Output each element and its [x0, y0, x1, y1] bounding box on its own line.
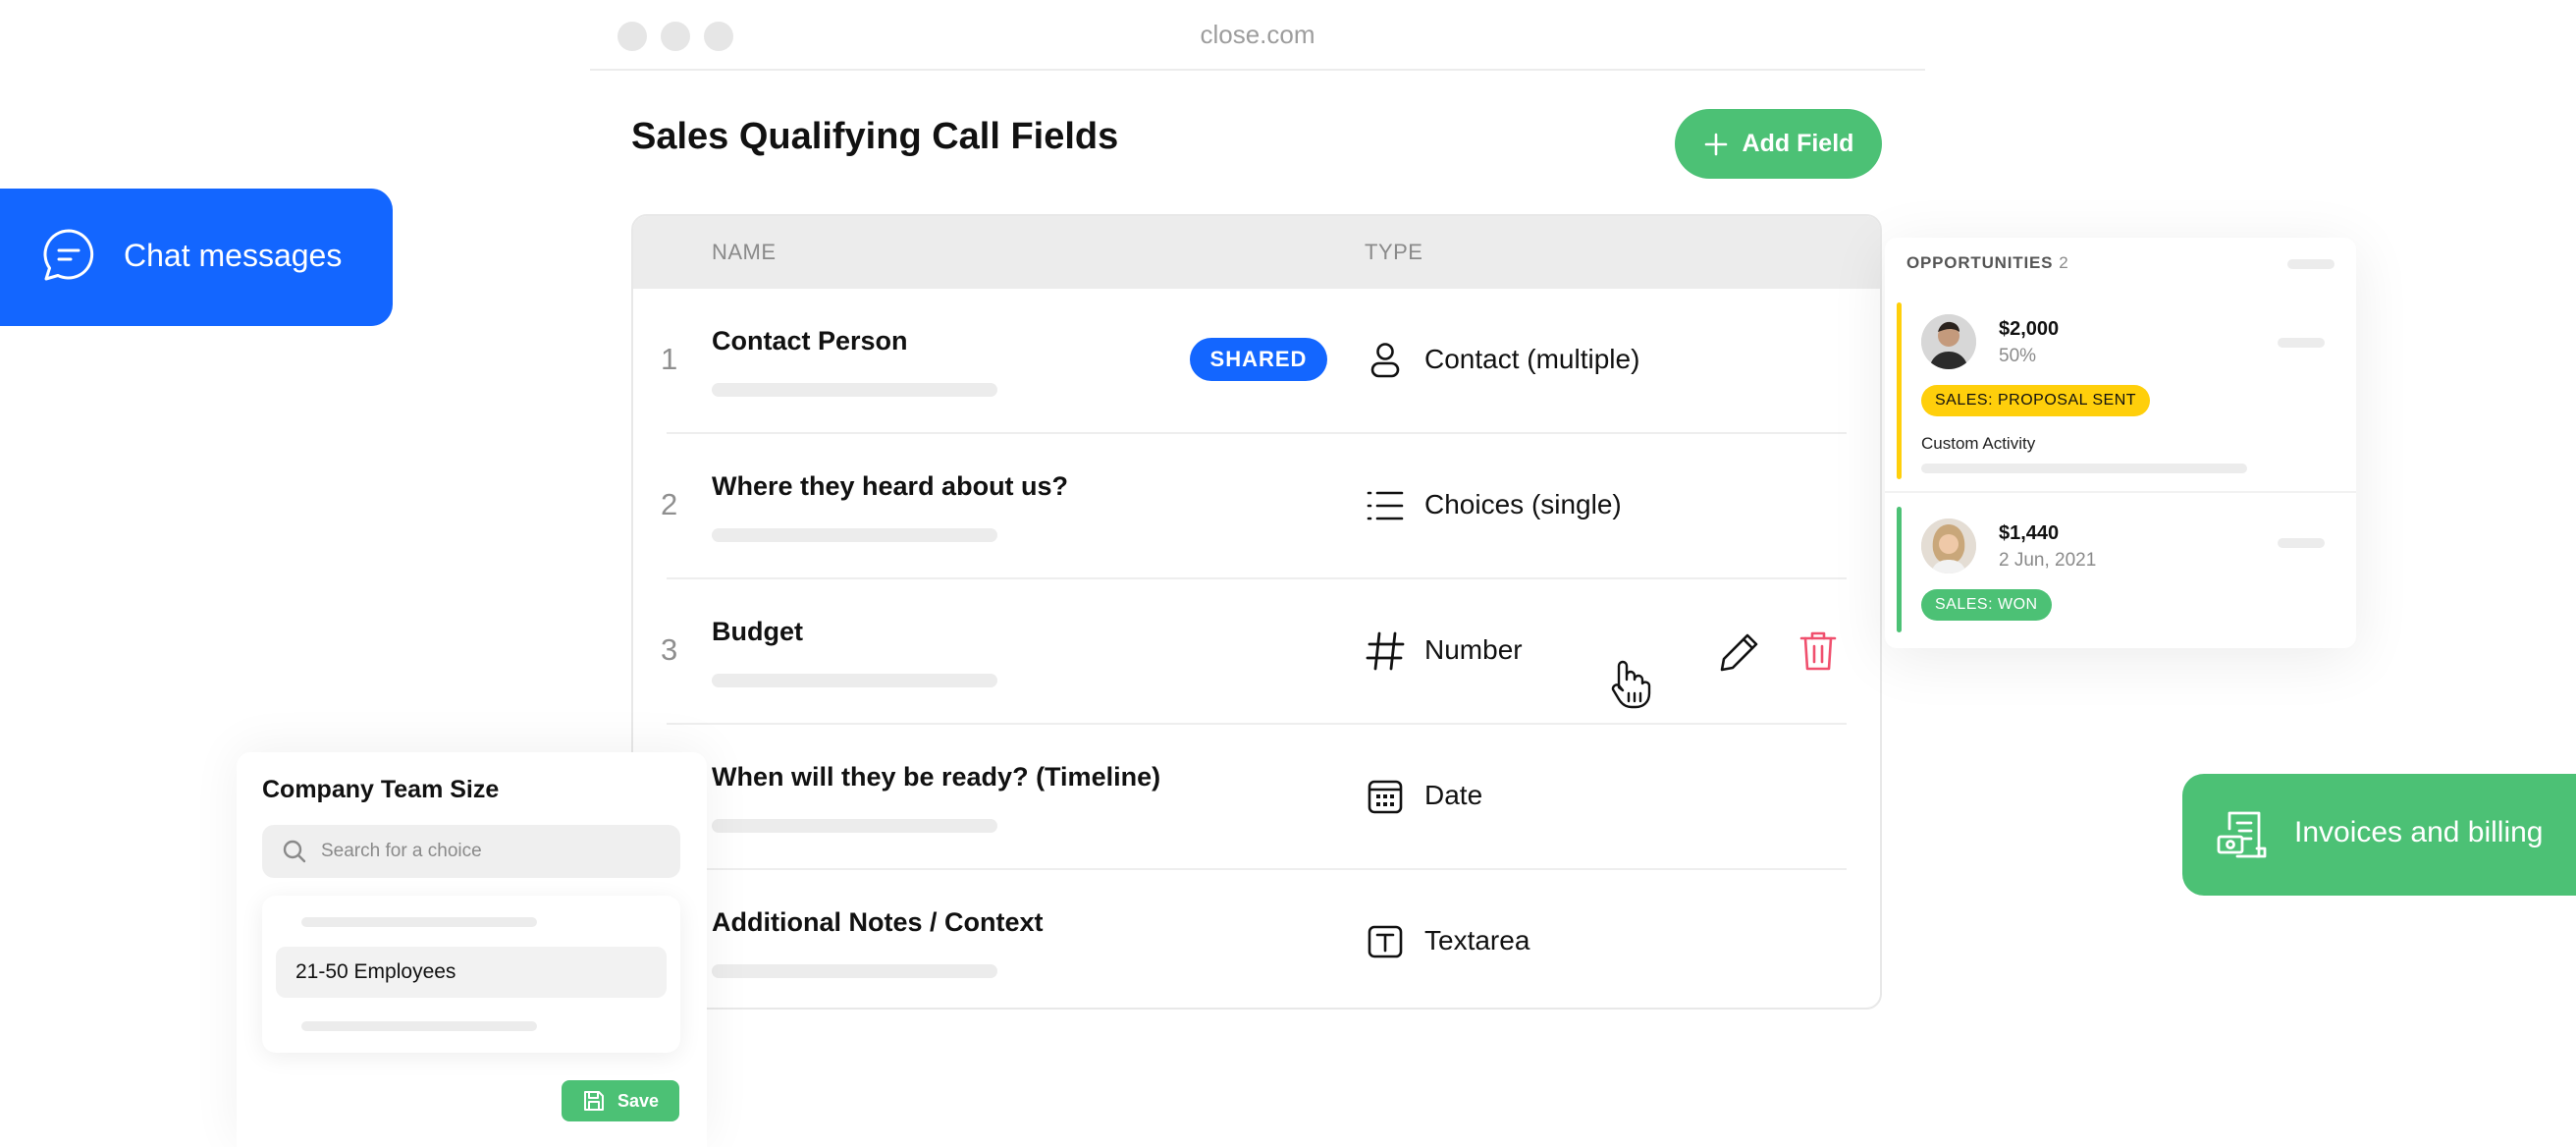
save-button[interactable]: Save — [562, 1080, 679, 1121]
status-tag: SALES: PROPOSAL SENT — [1921, 385, 2151, 416]
field-type: Textarea — [1424, 925, 1530, 956]
opportunity-amount: $2,000 — [1999, 318, 2060, 340]
field-name: When will they be ready? (Timeline) — [712, 762, 1161, 792]
table-row[interactable]: When will they be ready? (Timeline) Date — [633, 725, 1880, 870]
divider — [1885, 491, 2356, 493]
field-name: Budget — [712, 617, 803, 646]
placeholder-bar — [712, 819, 997, 833]
calendar-icon — [1365, 776, 1406, 817]
person-icon — [1365, 340, 1406, 381]
placeholder-bar — [712, 674, 997, 687]
row-number: 3 — [661, 632, 678, 667]
team-size-title: Company Team Size — [262, 776, 500, 803]
placeholder-bar — [712, 383, 997, 397]
avatar — [1921, 519, 1976, 574]
status-stripe — [1897, 302, 1902, 479]
chat-messages-pill[interactable]: Chat messages — [0, 189, 393, 326]
browser-window: close.com Sales Qualifying Call Fields A… — [590, 0, 1925, 1147]
column-header-name: NAME — [712, 240, 777, 264]
shared-badge: SHARED — [1190, 338, 1327, 381]
add-field-label: Add Field — [1742, 130, 1854, 157]
field-type: Choices (single) — [1424, 489, 1622, 519]
table-row[interactable]: 3 Budget Number — [633, 579, 1880, 725]
browser-url[interactable]: close.com — [590, 20, 1925, 50]
chat-messages-label: Chat messages — [124, 238, 343, 273]
invoices-billing-label: Invoices and billing — [2294, 816, 2544, 848]
table-row[interactable]: 1 Contact Person SHARED Contact (multipl… — [633, 289, 1880, 434]
activity-label: Custom Activity — [1921, 434, 2036, 453]
opportunities-header: OPPORTUNITIES 2 — [1906, 253, 2069, 273]
team-size-card: Company Team Size 21-50 Employees Save — [237, 752, 707, 1147]
column-header-type: TYPE — [1365, 240, 1423, 264]
opportunity-confidence: 50% — [1999, 346, 2037, 366]
field-type: Contact (multiple) — [1424, 344, 1640, 374]
field-name: Additional Notes / Context — [712, 907, 1044, 937]
placeholder-dash — [2278, 338, 2325, 348]
placeholder-bar — [301, 917, 537, 927]
field-type: Date — [1424, 780, 1483, 810]
pencil-icon[interactable] — [1718, 630, 1761, 674]
status-stripe — [1897, 507, 1902, 632]
choice-search-input[interactable] — [319, 837, 653, 866]
status-tag: SALES: WON — [1921, 589, 2052, 621]
table-header: NAME TYPE — [633, 216, 1880, 289]
choice-search-box[interactable] — [262, 825, 680, 878]
placeholder-bar — [1921, 464, 2247, 473]
row-number: 1 — [661, 342, 678, 376]
opportunities-card: OPPORTUNITIES 2 $2,000 50% SALES: PROPOSA… — [1885, 238, 2356, 648]
text-box-icon — [1365, 921, 1406, 962]
choice-option-selected[interactable]: 21-50 Employees — [276, 947, 667, 998]
trash-icon[interactable] — [1797, 628, 1840, 674]
table-row[interactable]: 2 Where they heard about us? Choices (si… — [633, 434, 1880, 579]
opportunity-date: 2 Jun, 2021 — [1999, 550, 2097, 571]
hash-icon — [1365, 630, 1406, 672]
field-type: Number — [1424, 634, 1523, 665]
placeholder-dash — [2287, 259, 2334, 269]
floppy-disk-icon — [583, 1091, 604, 1111]
browser-titlebar: close.com — [590, 0, 1925, 71]
invoice-icon — [2216, 809, 2269, 860]
placeholder-bar — [712, 964, 997, 978]
placeholder-bar — [712, 528, 997, 542]
opportunity-item[interactable]: $1,440 2 Jun, 2021 SALES: WON — [1897, 507, 2346, 632]
invoices-billing-pill[interactable]: Invoices and billing — [2182, 774, 2576, 896]
placeholder-bar — [301, 1021, 537, 1031]
opportunity-item[interactable]: $2,000 50% SALES: PROPOSAL SENT Custom A… — [1897, 302, 2346, 479]
opportunities-count: 2 — [2059, 253, 2069, 272]
choice-option-label: 21-50 Employees — [295, 960, 456, 983]
avatar — [1921, 314, 1976, 369]
hand-cursor-icon — [1605, 658, 1652, 709]
field-name: Contact Person — [712, 326, 908, 355]
search-icon — [282, 839, 307, 864]
opportunity-amount: $1,440 — [1999, 522, 2060, 544]
save-label: Save — [617, 1090, 660, 1111]
plus-icon — [1704, 133, 1727, 155]
choice-list: 21-50 Employees — [262, 896, 680, 1053]
page-title: Sales Qualifying Call Fields — [631, 116, 1119, 157]
table-row[interactable]: Additional Notes / Context Textarea — [633, 870, 1880, 1008]
placeholder-dash — [2278, 538, 2325, 548]
field-name: Where they heard about us? — [712, 471, 1069, 501]
list-icon — [1365, 485, 1406, 526]
add-field-button[interactable]: Add Field — [1675, 109, 1882, 179]
row-number: 2 — [661, 487, 678, 521]
fields-table: NAME TYPE 1 Contact Person SHARED Contac… — [631, 214, 1882, 1010]
opportunities-title: OPPORTUNITIES — [1906, 253, 2054, 272]
chat-bubble-icon — [39, 226, 98, 285]
